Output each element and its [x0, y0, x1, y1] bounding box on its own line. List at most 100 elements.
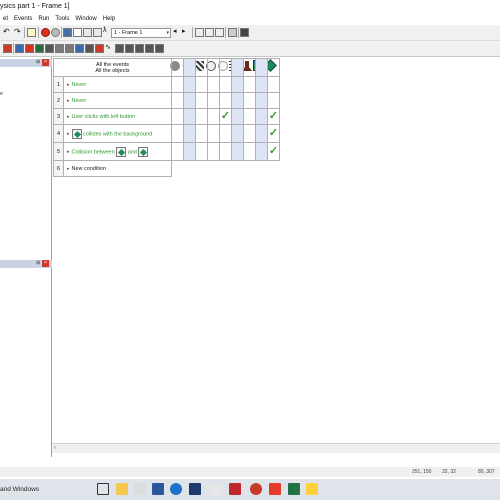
zoom-out-icon[interactable] — [215, 28, 224, 37]
frame-select[interactable]: 1 - Frame 1 ▾ — [111, 28, 171, 38]
settings-icon[interactable] — [155, 44, 164, 53]
properties-panel-header: ⊞ × — [0, 260, 52, 268]
event-row-number: 4 — [53, 124, 64, 143]
event-row[interactable]: 2 ▸ Never — [53, 92, 280, 109]
pin-icon[interactable]: ⊞ — [36, 60, 41, 65]
app-icon[interactable] — [210, 483, 222, 495]
horizontal-scrollbar[interactable]: ‹ — [52, 443, 500, 453]
red-app-icon[interactable] — [229, 483, 241, 495]
build-icon[interactable] — [240, 28, 249, 37]
event-row[interactable]: 1 ▸ Never — [53, 76, 280, 93]
all-objects-label: All the objects — [95, 67, 130, 74]
acrobat-icon[interactable] — [269, 483, 281, 495]
event-editor-icon[interactable] — [3, 44, 12, 53]
insert-event-icon[interactable] — [15, 44, 24, 53]
new-file-icon[interactable] — [27, 28, 36, 37]
event-condition-text: User clicks with left button — [71, 113, 136, 120]
action-check[interactable]: ✓ — [267, 124, 280, 143]
undo-icon[interactable]: ↶ — [3, 27, 12, 36]
taskbar-search-label[interactable]: and Windows — [0, 486, 39, 493]
event-condition[interactable]: ▸ Collision between and — [63, 142, 172, 161]
event-row-number: 3 — [53, 108, 64, 125]
bullet-icon: ▸ — [67, 165, 70, 172]
qualifiers-icon[interactable] — [65, 44, 74, 53]
delete-event-icon[interactable] — [25, 44, 34, 53]
status-coords: 251, 150 — [412, 469, 432, 475]
close-icon[interactable]: × — [42, 260, 49, 267]
redo-icon[interactable]: ↷ — [14, 27, 23, 36]
bookmark-icon[interactable] — [115, 44, 124, 53]
prev-bookmark-icon[interactable] — [135, 44, 144, 53]
stop-icon[interactable] — [41, 28, 50, 37]
store-icon[interactable] — [134, 483, 146, 495]
menu-help[interactable]: Help — [100, 16, 118, 22]
frame-select-value: 1 - Frame 1 — [114, 30, 143, 36]
zoom-icon[interactable] — [195, 28, 204, 37]
event-condition[interactable]: ▸ User clicks with left button — [63, 108, 172, 125]
word-icon[interactable] — [152, 483, 164, 495]
event-row[interactable]: 6 ▸ New condition — [53, 160, 280, 177]
os-taskbar: and Windows — [0, 479, 500, 500]
chevron-down-icon: ▾ — [166, 30, 169, 36]
file-explorer-icon[interactable] — [116, 483, 128, 495]
status-size: 32, 32 — [442, 469, 456, 475]
edge-icon[interactable] — [170, 483, 182, 495]
clear-bookmarks-icon[interactable] — [145, 44, 154, 53]
objects-icon[interactable] — [55, 44, 64, 53]
insert-group-icon[interactable] — [35, 44, 44, 53]
bullet-icon: ▸ — [67, 113, 70, 120]
action-check[interactable]: ✓ — [267, 108, 280, 125]
event-condition[interactable]: ▸ Never — [63, 92, 172, 109]
active-object-icon — [71, 128, 82, 139]
frame-editor-icon[interactable] — [73, 28, 82, 37]
status-zoom: 80, 307 — [478, 469, 495, 475]
chrome-icon[interactable] — [250, 483, 262, 495]
status-bar: 251, 150 32, 32 80, 307 — [0, 467, 500, 477]
next-frame-icon[interactable]: ▸ — [182, 27, 191, 36]
find-icon[interactable] — [85, 44, 94, 53]
menu-window[interactable]: Window — [72, 16, 99, 22]
event-condition[interactable]: ▸ Never — [63, 76, 172, 93]
workspace-tree-item[interactable]: e — [0, 91, 3, 97]
prev-frame-icon[interactable]: ◂ — [173, 27, 182, 36]
wave-icon[interactable]: ∿ — [105, 43, 114, 52]
menu-bar: et Events Run Tools Window Help — [0, 13, 500, 25]
menu-edit[interactable]: et — [0, 16, 11, 22]
bullet-icon: ▸ — [67, 148, 70, 155]
event-row[interactable]: 5 ▸ Collision between and ✓ — [53, 142, 280, 161]
storyboard-icon[interactable] — [63, 28, 72, 37]
zoom-in-icon[interactable] — [205, 28, 214, 37]
next-bookmark-icon[interactable] — [125, 44, 134, 53]
menu-events[interactable]: Events — [11, 16, 35, 22]
excel-icon[interactable] — [288, 483, 300, 495]
event-condition[interactable]: ▸ collides with the background — [63, 124, 172, 143]
folder-icon[interactable] — [306, 483, 318, 495]
insert-comment-icon[interactable] — [45, 44, 54, 53]
menu-tools[interactable]: Tools — [52, 16, 72, 22]
pin-icon[interactable]: ⊞ — [36, 261, 41, 266]
event-condition-text: Never — [71, 81, 87, 88]
close-icon[interactable]: × — [42, 59, 49, 66]
event-condition-text: collides with the background — [83, 130, 153, 137]
task-view-icon[interactable] — [97, 483, 109, 495]
grid-icon[interactable] — [228, 28, 237, 37]
event-row-number: 6 — [53, 160, 64, 177]
main-toolbar: ↶ ↷ ƛ 1 - Frame 1 ▾ ◂ ▸ — [0, 25, 500, 41]
new-condition[interactable]: ▸ New condition — [63, 160, 172, 177]
event-row[interactable]: 4 ▸ collides with the background ✓ — [53, 124, 280, 143]
record-icon[interactable] — [51, 28, 60, 37]
level-editor-icon[interactable] — [83, 28, 92, 37]
toggle-event-icon[interactable] — [95, 44, 104, 53]
event-grid: All the events All the objects 1 ▸ Never … — [53, 58, 280, 177]
event-list-icon[interactable] — [93, 28, 102, 37]
photoshop-icon[interactable] — [189, 483, 201, 495]
workspace-panel: ⊞ × e ⊞ × — [0, 57, 52, 457]
event-condition-text: Never — [71, 97, 87, 104]
bullet-icon: ▸ — [67, 81, 70, 88]
scroll-left-icon[interactable]: ‹ — [54, 445, 56, 451]
event-row[interactable]: 3 ▸ User clicks with left button ✓ ✓ — [53, 108, 280, 125]
filter-icon[interactable] — [75, 44, 84, 53]
action-check[interactable]: ✓ — [267, 142, 280, 161]
menu-run[interactable]: Run — [35, 16, 52, 22]
action-check[interactable]: ✓ — [219, 108, 232, 125]
